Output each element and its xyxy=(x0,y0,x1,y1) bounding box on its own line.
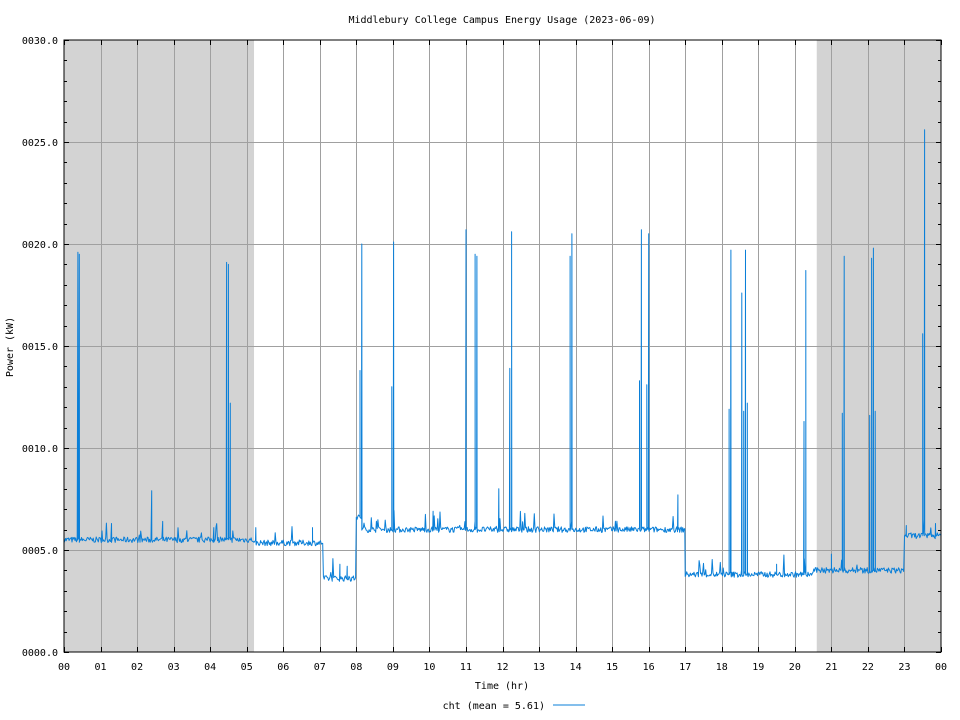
x-tick-label: 14 xyxy=(570,662,582,673)
energy-chart: 00 01 02 03 04 05 06 07 08 09 10 11 12 13 14 15 16 17 18 19… xyxy=(5,15,947,712)
y-tick-label: 0015.0 xyxy=(22,342,58,353)
x-tick-label: 19 xyxy=(752,662,764,673)
x-tick-label: 03 xyxy=(168,662,180,673)
x-axis-label: Time (hr) xyxy=(475,681,529,692)
chart-title: Middlebury College Campus Energy Usage (… xyxy=(348,15,655,26)
legend-label: cht (mean = 5.61) xyxy=(443,701,545,712)
y-tick-label: 0010.0 xyxy=(22,444,58,455)
y-tick-label: 0000.0 xyxy=(22,648,58,659)
legend: cht (mean = 5.61) xyxy=(443,701,585,712)
x-tick-label: 20 xyxy=(789,662,801,673)
x-tick-label: 00 xyxy=(58,662,70,673)
x-tick-label: 06 xyxy=(277,662,289,673)
x-tick-label: 05 xyxy=(241,662,253,673)
x-tick-label: 10 xyxy=(423,662,435,673)
x-tick-label: 15 xyxy=(606,662,618,673)
y-tick-label: 0005.0 xyxy=(22,546,58,557)
y-tick-label: 0030.0 xyxy=(22,36,58,47)
x-tick-label: 12 xyxy=(496,662,508,673)
x-tick-label: 16 xyxy=(643,662,655,673)
y-tick-label: 0020.0 xyxy=(22,240,58,251)
x-tick-label: 00 xyxy=(935,662,947,673)
chart-container: 00 01 02 03 04 05 06 07 08 09 10 11 12 13 14 15 16 17 18 19… xyxy=(0,0,960,720)
x-tick-label: 17 xyxy=(679,662,691,673)
x-tick-label: 01 xyxy=(95,662,107,673)
x-tick-label: 23 xyxy=(898,662,910,673)
x-tick-label: 11 xyxy=(460,662,472,673)
x-tick-label: 04 xyxy=(204,662,216,673)
y-axis-label: Power (kW) xyxy=(5,317,16,377)
x-tick-label: 07 xyxy=(314,662,326,673)
x-tick-label: 09 xyxy=(387,662,399,673)
x-tick-label: 18 xyxy=(716,662,728,673)
x-tick-labels: 00 01 02 03 04 05 06 07 08 09 10 11 12 13 14 15 16 17 18 19… xyxy=(58,662,947,673)
x-tick-label: 02 xyxy=(131,662,143,673)
x-tick-label: 08 xyxy=(350,662,362,673)
y-tick-label: 0025.0 xyxy=(22,138,58,149)
x-tick-label: 22 xyxy=(862,662,874,673)
x-tick-label: 21 xyxy=(825,662,837,673)
y-tick-labels: 0000.0 0005.0 0010.0 0015.0 0020.0 0025.0 0030… xyxy=(22,36,58,659)
x-tick-label: 13 xyxy=(533,662,545,673)
